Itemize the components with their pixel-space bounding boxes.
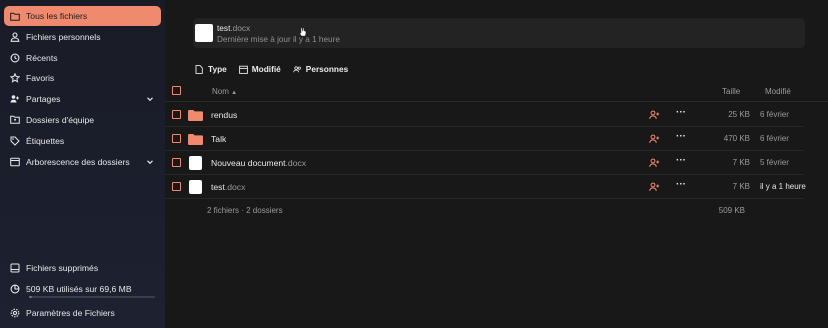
sidebar-item-settings[interactable]: Paramètres de Fichiers: [4, 303, 161, 323]
sidebar-item-label: Favoris: [26, 73, 55, 84]
sidebar-item-trash[interactable]: Fichiers supprimés: [4, 258, 161, 278]
recent-file-name: test.docx: [217, 23, 251, 33]
chevron-down-icon[interactable]: [145, 94, 155, 104]
file-name[interactable]: Nouveau document.docx: [211, 158, 306, 168]
star-icon: [10, 73, 20, 84]
tag-icon: [10, 136, 20, 146]
more-options-icon[interactable]: ···: [676, 132, 686, 143]
filter-label: Modifié: [251, 64, 281, 74]
filter-modified-button[interactable]: Modifié: [238, 64, 281, 74]
team-folder-icon: [10, 115, 20, 125]
sidebar-item-label: Fichiers personnels: [26, 31, 101, 42]
filter-bar: Type Modifié Personnes: [195, 64, 348, 74]
file-modified: 6 février: [760, 134, 789, 143]
quota-progress-bar: [29, 296, 155, 298]
file-size: 7 KB: [732, 182, 750, 191]
pie-chart-icon: [10, 284, 20, 294]
file-name[interactable]: test.docx: [211, 182, 245, 192]
table-summary-size: 509 KB: [718, 206, 745, 215]
people-icon: [293, 65, 302, 74]
file-icon: [195, 64, 204, 74]
gear-icon: [10, 308, 20, 318]
row-checkbox[interactable]: [172, 110, 181, 119]
table-header: Nom ▲ Taille Modifié: [165, 80, 828, 102]
user-icon: [10, 32, 20, 42]
share-person-icon[interactable]: [649, 134, 660, 144]
row-checkbox[interactable]: [172, 182, 181, 191]
row-checkbox[interactable]: [172, 134, 181, 143]
recent-file-card[interactable]: test.docx Dernière mise à jour il y a 1 …: [193, 18, 805, 48]
file-modified: il y a 1 heure: [760, 182, 806, 191]
sidebar-bottom: Fichiers supprimés 509 KB utilisés sur 6…: [4, 258, 161, 324]
table-summary: 2 fichiers · 2 dossiers: [207, 206, 283, 215]
main-content: test.docx Dernière mise à jour il y a 1 …: [165, 0, 828, 328]
sidebar: Tous les fichiers Fichiers personnels Ré…: [0, 0, 165, 328]
filter-people-button[interactable]: Personnes: [293, 64, 348, 74]
sidebar-item-label: Étiquettes: [26, 135, 65, 146]
filter-type-button[interactable]: Type: [195, 64, 227, 74]
sidebar-item-label: Paramètres de Fichiers: [26, 307, 115, 318]
folder-icon: [10, 11, 20, 21]
sidebar-item-label: Tous les fichiers: [26, 11, 88, 21]
file-modified: 5 février: [760, 158, 789, 167]
more-options-icon[interactable]: ···: [676, 180, 686, 191]
file-modified: 6 février: [760, 110, 789, 119]
mouse-cursor-icon: [299, 27, 307, 37]
row-checkbox[interactable]: [172, 158, 181, 167]
quota-progress-fill: [29, 296, 32, 298]
quota-label: 509 KB utilisés sur 69,6 MB: [26, 283, 132, 294]
recent-file-subtitle: Dernière mise à jour il y a 1 heure: [217, 35, 340, 44]
share-person-icon[interactable]: [649, 158, 660, 168]
sidebar-item-shares[interactable]: Partages: [4, 89, 161, 109]
more-options-icon[interactable]: ···: [676, 156, 686, 167]
sidebar-item-all-files[interactable]: Tous les fichiers: [4, 6, 161, 26]
sidebar-item-label: Dossiers d'équipe: [26, 114, 95, 125]
filter-label: Personnes: [305, 64, 349, 74]
share-person-icon[interactable]: [649, 110, 660, 120]
file-size: 25 KB: [728, 110, 750, 119]
sidebar-item-personal-files[interactable]: Fichiers personnels: [4, 27, 161, 47]
folder-icon: [188, 110, 203, 121]
calendar-icon: [238, 65, 248, 74]
sort-asc-icon: ▲: [231, 90, 238, 96]
sidebar-item-folder-tree[interactable]: Arborescence des dossiers: [4, 152, 161, 172]
share-person-icon[interactable]: [649, 182, 660, 192]
column-modified-header[interactable]: Modifié: [765, 87, 791, 96]
column-name-header[interactable]: Nom ▲: [212, 87, 237, 96]
share-icon: [10, 94, 20, 104]
folder-icon: [188, 134, 203, 145]
table-row[interactable]: Nouveau document.docx ··· 7 KB 5 février: [165, 151, 804, 175]
select-all-checkbox[interactable]: [172, 86, 181, 95]
column-size-header[interactable]: Taille: [722, 87, 740, 96]
sidebar-item-recent[interactable]: Récents: [4, 48, 161, 68]
sidebar-item-label: Partages: [26, 94, 61, 105]
sidebar-item-favorites[interactable]: Favoris: [4, 68, 161, 88]
file-size: 470 KB: [723, 134, 750, 143]
folder-tree-icon: [10, 157, 20, 167]
file-size: 7 KB: [732, 158, 750, 167]
sidebar-item-team-folders[interactable]: Dossiers d'équipe: [4, 110, 161, 130]
sidebar-item-label: Arborescence des dossiers: [26, 156, 130, 167]
table-row[interactable]: Talk ··· 470 KB 6 février: [165, 127, 804, 151]
chevron-down-icon[interactable]: [145, 157, 155, 167]
sidebar-item-label: Fichiers supprimés: [26, 263, 99, 273]
document-icon: [189, 180, 202, 194]
document-icon: [189, 156, 202, 170]
file-name[interactable]: Talk: [211, 134, 226, 144]
sidebar-item-tags[interactable]: Étiquettes: [4, 131, 161, 151]
filter-label: Type: [208, 64, 227, 74]
more-options-icon[interactable]: ···: [676, 108, 686, 119]
document-thumbnail: [195, 24, 213, 42]
trash-icon: [10, 263, 20, 273]
sidebar-item-label: Récents: [26, 52, 58, 63]
table-row[interactable]: rendus ··· 25 KB 6 février: [165, 103, 804, 127]
history-icon: [10, 53, 20, 63]
table-row[interactable]: test.docx ··· 7 KB il y a 1 heure: [165, 175, 806, 199]
file-name[interactable]: rendus: [211, 110, 237, 120]
